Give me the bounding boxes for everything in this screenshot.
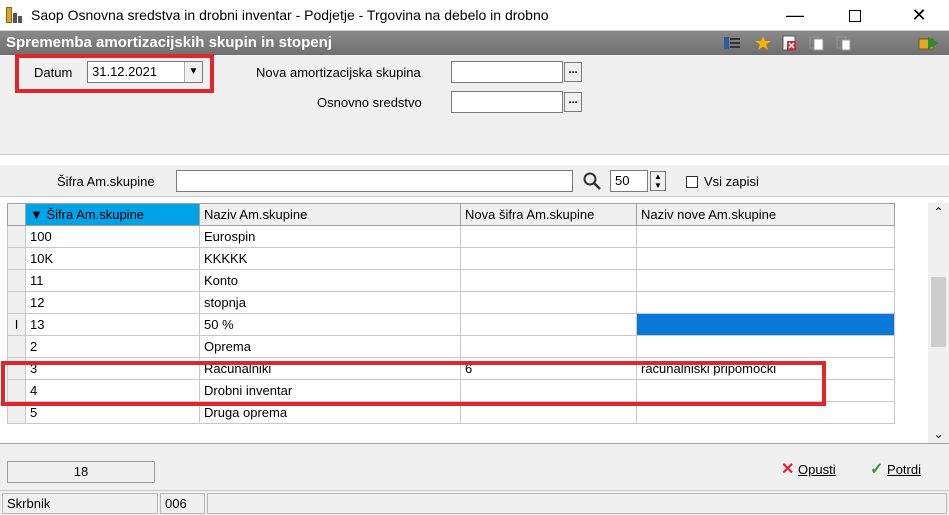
datum-highlight	[15, 54, 214, 93]
checkmark-icon: ✓	[870, 461, 884, 478]
paste-icon[interactable]	[835, 35, 853, 51]
scroll-down-icon[interactable]: ⌄	[928, 427, 949, 441]
app-icon	[6, 7, 28, 23]
header-indicator	[7, 203, 26, 226]
nova-skupina-field[interactable]	[451, 61, 563, 83]
current-row-marker: I	[7, 313, 26, 336]
status-code: 006	[160, 493, 205, 514]
column-header-nova-sifra[interactable]: Nova šifra Am.skupine	[460, 203, 637, 226]
scroll-up-icon[interactable]: ⌃	[928, 205, 949, 219]
confirm-button[interactable]: ✓ Potrdi	[870, 459, 921, 479]
nova-skupina-label: Nova amortizacijska skupina	[256, 65, 421, 80]
status-message	[207, 493, 947, 514]
column-header-sifra[interactable]: ▼ Šifra Am.skupine	[25, 203, 200, 226]
cancel-button[interactable]: ✕ Opusti	[781, 459, 836, 479]
table-row[interactable]: 100 Eurospin	[7, 225, 895, 248]
table-row[interactable]: 10K KKKKK	[7, 247, 895, 270]
nova-skupina-browse-button[interactable]: ...	[564, 62, 582, 82]
status-user: Skrbnik	[2, 493, 158, 514]
cancel-icon: ✕	[781, 461, 795, 478]
scroll-thumb[interactable]	[931, 277, 946, 347]
cancel-label: Opusti	[798, 462, 836, 477]
search-label: Šifra Am.skupine	[57, 174, 155, 189]
minimize-button[interactable]: —	[772, 0, 818, 31]
vsi-zapisi-label: Vsi zapisi	[704, 174, 759, 189]
confirm-label: Potrdi	[887, 462, 921, 477]
search-input[interactable]	[176, 170, 573, 192]
window-titlebar: Saop Osnovna sredstva in drobni inventar…	[0, 0, 949, 31]
exit-icon[interactable]	[917, 35, 941, 51]
table-row[interactable]: 11 Konto	[7, 269, 895, 292]
search-icon[interactable]	[582, 171, 602, 194]
vsi-zapisi-checkbox[interactable]	[686, 176, 698, 188]
list-icon[interactable]	[723, 35, 741, 51]
record-count: 18	[7, 461, 155, 483]
parameter-panel: Datum 31.12.2021 ▼ Nova amortizacijska s…	[0, 54, 949, 155]
table-row-current[interactable]: I 13 50 %	[7, 313, 895, 336]
grid-header-row: ▼ Šifra Am.skupine Naziv Am.skupine Nova…	[7, 203, 895, 226]
form-header-bar: Sprememba amortizacijskih skupin in stop…	[0, 31, 949, 55]
window-title: Saop Osnovna sredstva in drobni inventar…	[31, 7, 549, 23]
page-size-spinner[interactable]: ▲ ▼	[650, 171, 666, 191]
copy-icon[interactable]	[808, 35, 826, 51]
search-row: Šifra Am.skupine 50 ▲ ▼ Vsi zapisi	[0, 165, 949, 197]
table-row[interactable]: 12 stopnja	[7, 291, 895, 314]
data-grid: ▼ Šifra Am.skupine Naziv Am.skupine Nova…	[0, 197, 949, 444]
table-row[interactable]: 2 Oprema	[7, 335, 895, 358]
delete-doc-icon[interactable]	[781, 35, 799, 51]
maximize-button[interactable]	[832, 0, 878, 31]
osnovno-sredstvo-label: Osnovno sredstvo	[317, 95, 422, 110]
osnovno-sredstvo-browse-button[interactable]: ...	[564, 92, 582, 112]
osnovno-sredstvo-field[interactable]	[451, 91, 563, 113]
page-size-field[interactable]: 50	[610, 170, 648, 192]
selected-cell[interactable]	[636, 313, 895, 336]
footer-bar: 18 ✕ Opusti ✓ Potrdi	[0, 444, 949, 490]
vertical-scrollbar[interactable]: ⌃ ⌄	[928, 203, 949, 443]
status-bar: Skrbnik 006	[0, 490, 949, 515]
star-icon[interactable]	[754, 35, 772, 51]
column-header-naziv[interactable]: Naziv Am.skupine	[199, 203, 461, 226]
form-title: Sprememba amortizacijskih skupin in stop…	[6, 34, 332, 51]
row-highlight	[1, 361, 826, 406]
column-header-naziv-nove[interactable]: Naziv nove Am.skupine	[636, 203, 895, 226]
close-button[interactable]: ✕	[896, 0, 942, 31]
